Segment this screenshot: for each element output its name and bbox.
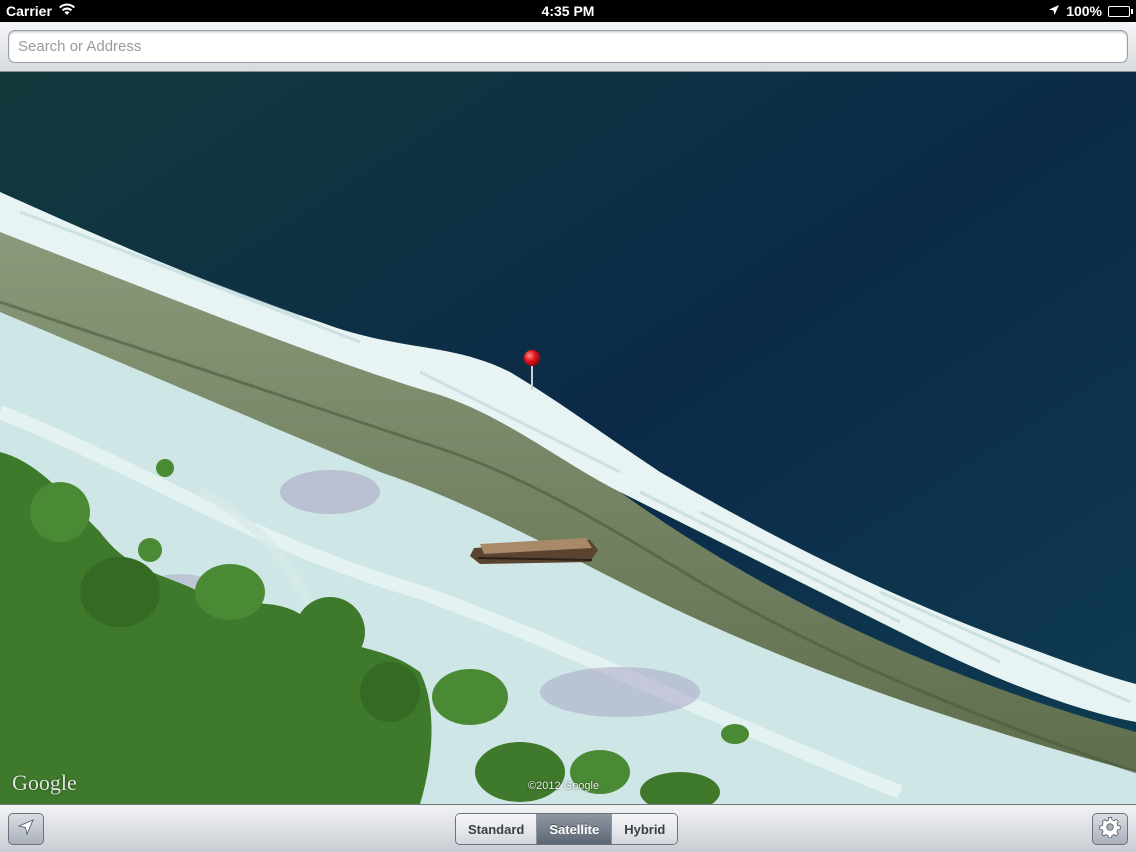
battery-icon [1108, 5, 1133, 17]
status-right: 100% [1048, 3, 1133, 19]
location-arrow-icon [17, 818, 34, 840]
map-type-satellite[interactable]: Satellite [537, 814, 613, 844]
google-logo: Google [12, 770, 77, 795]
location-arrow-icon [1048, 3, 1060, 19]
search-bar [0, 22, 1136, 72]
battery-percent: 100% [1066, 3, 1102, 19]
bottom-toolbar: Standard Satellite Hybrid [0, 804, 1136, 852]
map-copyright: ©2012 Google [528, 780, 600, 792]
status-bar: Carrier 4:35 PM 100% [0, 0, 1136, 22]
status-time: 4:35 PM [541, 3, 595, 19]
satellite-imagery [0, 72, 1136, 804]
map-type-standard[interactable]: Standard [456, 814, 538, 844]
settings-button[interactable] [1092, 813, 1128, 845]
search-input[interactable] [8, 30, 1128, 63]
current-location-button[interactable] [8, 813, 44, 845]
satellite-map[interactable]: Google ©2012 Google [0, 72, 1136, 804]
map-type-selector: Standard Satellite Hybrid [455, 813, 679, 845]
gear-icon [1099, 816, 1121, 843]
map-type-hybrid[interactable]: Hybrid [612, 814, 678, 844]
